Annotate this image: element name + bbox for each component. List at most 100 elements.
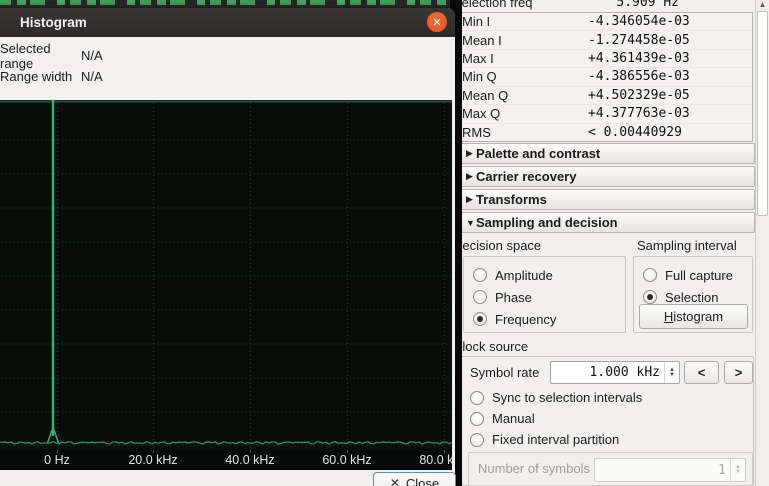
number-of-symbols-label: Number of symbols (478, 461, 590, 476)
close-button-label: Close (406, 476, 439, 486)
radio-selected-icon (643, 290, 657, 304)
symbol-rate-step-up-button[interactable]: > (724, 361, 753, 384)
close-dialog-button[interactable]: ✕ Close (373, 472, 456, 486)
radio-fixed-interval-partition[interactable]: Fixed interval partition (470, 429, 619, 450)
radio-label: Full capture (665, 268, 733, 283)
stat-value: +4.377763e-03 (588, 106, 690, 121)
stat-value: -4.346054e-03 (588, 14, 690, 29)
stat-row-rms: RMS< 0.00440929 (459, 124, 752, 141)
stat-value: -1.274458e-05 (588, 33, 690, 48)
axis-tick-label: 0 Hz (17, 453, 97, 467)
window-titlebar[interactable]: Histogram ✕ (0, 8, 455, 37)
signal-stats-table: Min I-4.346054e-03 Mean I-1.274458e-05 M… (458, 12, 753, 142)
histogram-window: Histogram ✕ Selected range N/A Range wid… (0, 8, 455, 486)
spinner-arrows-icon[interactable]: ▲▼ (664, 362, 679, 383)
stat-value: < 0.00440929 (588, 125, 682, 140)
panel-scrollbar[interactable]: ▲ (755, 0, 769, 486)
radio-icon (473, 290, 487, 304)
radio-label: Fixed interval partition (492, 432, 619, 447)
window-title: Histogram (0, 15, 87, 30)
stat-value: 5.909 Hz (616, 0, 679, 10)
decision-space-group: Amplitude Phase Frequency (463, 256, 626, 333)
selected-range-value: N/A (81, 48, 103, 63)
symbol-rate-value: 1.000 kHz (551, 365, 664, 380)
desktop: Selection freq 5.909 Hz Min I-4.346054e-… (0, 0, 769, 486)
stat-row-min-i: Min I-4.346054e-03 (459, 13, 752, 31)
stat-value: -4.386556e-03 (588, 69, 690, 84)
dialog-button-bar: ✕ Close (0, 470, 455, 486)
close-icon: ✕ (390, 476, 400, 486)
section-palette-and-contrast[interactable]: ▶ Palette and contrast (453, 143, 755, 164)
settings-panel: Selection freq 5.909 Hz Min I-4.346054e-… (452, 0, 769, 486)
axis-tick-label: 80.0 kHz (404, 453, 452, 467)
stat-row-mean-i: Mean I-1.274458e-05 (459, 31, 752, 49)
section-carrier-recovery[interactable]: ▶ Carrier recovery (453, 166, 755, 187)
section-label: Carrier recovery (476, 169, 576, 184)
stat-label: Max Q (459, 106, 588, 121)
radio-label: Selection (665, 290, 718, 305)
radio-full-capture[interactable]: Full capture (643, 264, 752, 286)
stat-row-mean-q: Mean Q+4.502329e-05 (459, 87, 752, 105)
radio-icon (643, 268, 657, 282)
radio-icon (473, 268, 487, 282)
number-of-symbols-spinbox: 1 ▲▼ (594, 458, 746, 482)
section-label: Sampling and decision (476, 215, 618, 230)
radio-amplitude[interactable]: Amplitude (473, 264, 625, 286)
close-icon: ✕ (432, 16, 441, 29)
stat-row-min-q: Min Q-4.386556e-03 (459, 68, 752, 86)
stat-label: Min I (459, 14, 588, 29)
stat-label: Mean I (459, 33, 588, 48)
stat-label: Selection freq (452, 0, 533, 10)
range-info-area: Selected range N/A Range width N/A (0, 37, 455, 100)
radio-icon (470, 433, 484, 447)
section-label: Transforms (476, 192, 547, 207)
section-sampling-and-decision[interactable]: ▼ Sampling and decision (453, 212, 755, 233)
radio-sync-to-selection-intervals[interactable]: Sync to selection intervals (470, 387, 642, 408)
stat-row-max-i: Max I+4.361439e-03 (459, 50, 752, 68)
radio-phase[interactable]: Phase (473, 286, 625, 308)
axis-tick-label: 60.0 kHz (307, 453, 387, 467)
range-width-row: Range width N/A (0, 66, 455, 87)
section-label: Palette and contrast (476, 146, 600, 161)
radio-label: Manual (492, 411, 535, 426)
histogram-button[interactable]: Histogram (639, 304, 748, 329)
number-of-symbols-value: 1 (595, 463, 730, 478)
range-width-value: N/A (81, 69, 103, 84)
decision-space-label: Decision space (453, 238, 541, 254)
symbol-rate-step-down-button[interactable]: < (684, 361, 719, 384)
axis-tick-label: 40.0 kHz (210, 453, 290, 467)
symbol-blocks-pattern (0, 0, 456, 5)
spinner-arrows-icon: ▲▼ (730, 459, 745, 481)
stat-value: +4.361439e-03 (588, 51, 690, 66)
symbol-rate-spinbox[interactable]: 1.000 kHz ▲▼ (550, 361, 680, 384)
frequency-axis: 0 Hz 20.0 kHz 40.0 kHz 60.0 kHz 80.0 kHz (0, 450, 452, 470)
radio-manual[interactable]: Manual (470, 408, 535, 429)
axis-tick-label: 20.0 kHz (113, 453, 193, 467)
stat-label: Max I (459, 51, 588, 66)
radio-label: Phase (495, 290, 532, 305)
scrollbar-up-arrow-icon[interactable]: ▲ (756, 0, 769, 10)
stat-row-max-q: Max Q+4.377763e-03 (459, 105, 752, 123)
histogram-plot (0, 100, 452, 450)
radio-label: Frequency (495, 312, 556, 327)
radio-label: Sync to selection intervals (492, 390, 642, 405)
radio-icon (470, 412, 484, 426)
scrollbar-thumb[interactable] (757, 11, 768, 216)
selected-range-row: Selected range N/A (0, 45, 455, 66)
stat-value: +4.502329e-05 (588, 88, 690, 103)
section-transforms[interactable]: ▶ Transforms (453, 189, 755, 210)
clock-source-label: Clock source (453, 339, 528, 355)
radio-icon (470, 391, 484, 405)
symbol-rate-label: Symbol rate (470, 365, 539, 381)
window-close-button[interactable]: ✕ (427, 12, 447, 32)
number-of-symbols-group: Number of symbols 1 ▲▼ (468, 452, 753, 486)
range-width-label: Range width (0, 69, 81, 84)
stat-label: Mean Q (459, 88, 588, 103)
stat-label: RMS (459, 125, 588, 140)
radio-frequency[interactable]: Frequency (473, 308, 625, 330)
histogram-curve (0, 100, 452, 450)
radio-selected-icon (473, 312, 487, 326)
stat-label: Min Q (459, 69, 588, 84)
sampling-interval-label: Sampling interval (637, 238, 737, 254)
selected-range-label: Selected range (0, 41, 81, 71)
